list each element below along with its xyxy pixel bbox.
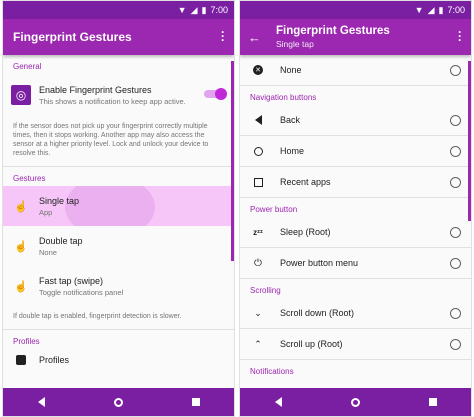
wifi-icon: ▼ (414, 5, 424, 15)
overflow-menu-icon[interactable]: · · · (457, 26, 463, 46)
nav-back-icon[interactable] (274, 397, 282, 407)
cancel-icon: ✕ (253, 65, 263, 75)
option-scroll-down[interactable]: ⌄ Scroll down (Root) (240, 298, 471, 329)
battery-icon: ▮ (438, 4, 444, 15)
gesture-row-fast-tap[interactable]: ☝ Fast tap (swipe) Toggle notifications … (3, 266, 234, 306)
option-label: Back (280, 115, 301, 125)
radio-button[interactable] (450, 114, 461, 126)
wifi-icon: ▼ (177, 5, 187, 15)
option-power-menu[interactable]: ⏻ Power button menu (240, 248, 471, 279)
section-header-notifications: Notifications (250, 367, 294, 376)
radio-button[interactable] (450, 338, 461, 350)
option-label: Sleep (Root) (280, 227, 331, 237)
home-circle-icon (253, 146, 263, 156)
fingerprint-icon: ◎ (11, 85, 31, 105)
navigation-bar (240, 388, 471, 416)
option-home[interactable]: Home (240, 136, 471, 167)
option-back[interactable]: Back (240, 105, 471, 136)
back-arrow-icon[interactable]: ← (248, 30, 268, 45)
enable-gestures-desc: This shows a notification to keep app ac… (39, 96, 186, 106)
toggle-knob (215, 88, 227, 100)
option-none[interactable]: ✕ None (240, 55, 471, 86)
option-recent-apps[interactable]: Recent apps (240, 167, 471, 198)
option-label: None (280, 65, 302, 75)
section-header-power: Power button (250, 205, 298, 214)
option-partial[interactable] (240, 379, 471, 382)
gesture-label: Single tap (39, 195, 80, 206)
nav-back-icon[interactable] (37, 397, 45, 407)
nav-recents-icon[interactable] (191, 398, 200, 406)
enable-gestures-label: Enable Fingerprint Gestures (39, 84, 152, 95)
signal-icon: ◢ (427, 4, 435, 15)
battery-icon: ▮ (201, 4, 207, 15)
power-icon: ⏻ (254, 257, 262, 269)
option-label: Recent apps (280, 177, 331, 187)
option-label: Scroll down (Root) (280, 308, 355, 318)
nav-home-icon[interactable] (350, 397, 360, 407)
scrollbar[interactable] (231, 61, 234, 261)
radio-button[interactable] (450, 64, 461, 76)
section-header-profiles: Profiles (13, 337, 40, 346)
double-tap-note: If double tap is enabled, fingerprint de… (13, 313, 182, 320)
gesture-value: None (39, 247, 57, 257)
clock: 7:00 (210, 5, 228, 15)
section-header-navigation: Navigation buttons (250, 93, 317, 102)
profile-icon (16, 355, 26, 365)
option-label: Scroll up (Root) (280, 339, 343, 349)
settings-screen: ▼ ◢ ▮ 7:00 Fingerprint Gestures · · · Gene… (2, 0, 235, 417)
gesture-value: App (39, 207, 53, 217)
recents-square-icon (253, 177, 263, 187)
screen-title: Fingerprint Gestures (276, 25, 390, 37)
touch-gesture-icon: ☝ (14, 240, 28, 253)
chevron-up-icon: ⌃ (254, 338, 262, 349)
option-label: Home (280, 146, 305, 156)
app-toolbar: ← Fingerprint Gestures Single tap · · · (240, 19, 471, 55)
nav-recents-icon[interactable] (428, 398, 437, 406)
option-scroll-up[interactable]: ⌃ Scroll up (Root) (240, 329, 471, 360)
profiles-row[interactable]: Profiles (3, 349, 234, 371)
sensor-note: If the sensor does not pick up your fing… (13, 123, 209, 157)
radio-button[interactable] (450, 257, 461, 269)
radio-button[interactable] (450, 307, 461, 319)
nav-home-icon[interactable] (113, 397, 123, 407)
radio-button[interactable] (450, 145, 461, 157)
action-list[interactable]: ✕ None Navigation buttons Back Home Rece… (240, 55, 471, 382)
gesture-value: Toggle notifications panel (39, 287, 124, 297)
chevron-down-icon: ⌄ (254, 307, 262, 318)
sleep-icon: zᶻᶻ (253, 227, 263, 237)
app-toolbar: Fingerprint Gestures · · · (3, 19, 234, 55)
signal-icon: ◢ (190, 4, 198, 15)
navigation-bar (3, 388, 234, 416)
gesture-row-double-tap[interactable]: ☝ Double tap None (3, 226, 234, 266)
option-sleep[interactable]: zᶻᶻ Sleep (Root) (240, 217, 471, 248)
overflow-menu-icon[interactable]: · · · (220, 26, 226, 46)
option-label: Power button menu (280, 258, 359, 268)
clock: 7:00 (447, 5, 465, 15)
gesture-label: Double tap (39, 235, 83, 246)
status-bar: ▼ ◢ ▮ 7:00 (240, 1, 471, 19)
radio-button[interactable] (450, 176, 461, 188)
section-header-scrolling: Scrolling (250, 286, 281, 295)
single-tap-action-screen: ▼ ◢ ▮ 7:00 ← Fingerprint Gestures Single… (239, 0, 472, 417)
gesture-label: Fast tap (swipe) (39, 275, 104, 286)
enable-gestures-toggle[interactable] (204, 88, 227, 100)
status-bar: ▼ ◢ ▮ 7:00 (3, 1, 234, 19)
screen-subtitle: Single tap (276, 39, 314, 49)
gesture-row-single-tap[interactable]: ☝ Single tap App (3, 186, 234, 226)
section-header-general: General (13, 62, 42, 71)
scrollbar[interactable] (468, 61, 471, 221)
app-title: Fingerprint Gestures (13, 30, 132, 44)
enable-gestures-row[interactable]: ◎ Enable Fingerprint Gestures This shows… (3, 74, 234, 116)
section-header-gestures: Gestures (13, 174, 46, 183)
radio-button[interactable] (450, 226, 461, 238)
touch-gesture-icon: ☝ (14, 200, 28, 213)
settings-list[interactable]: General ◎ Enable Fingerprint Gestures Th… (3, 55, 234, 382)
touch-gesture-icon: ☝ (14, 280, 28, 293)
profiles-label: Profiles (39, 355, 70, 365)
back-triangle-icon (254, 115, 262, 125)
